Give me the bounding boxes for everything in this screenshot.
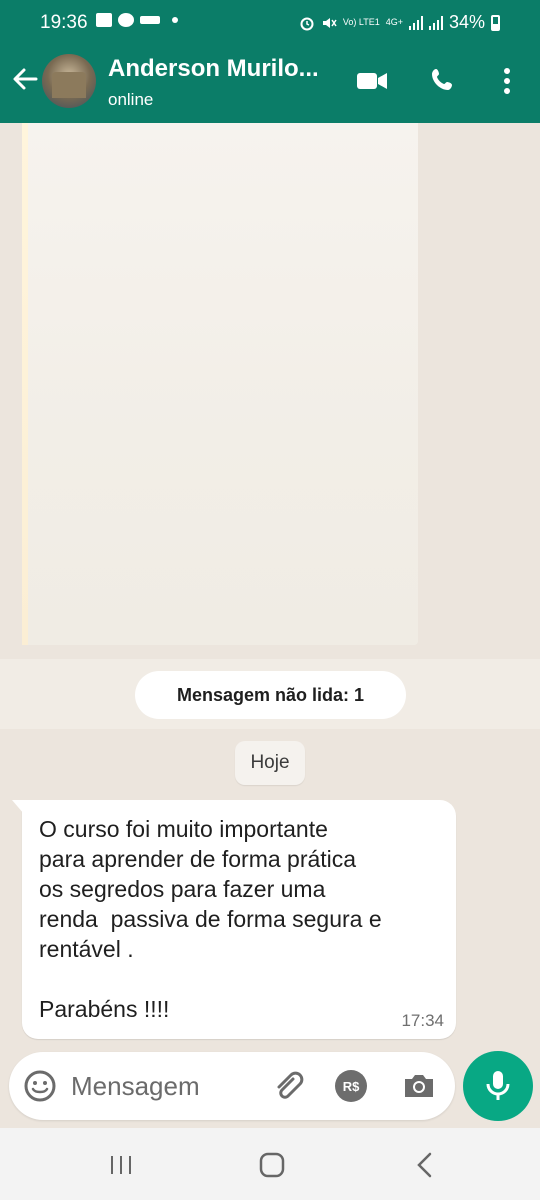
microphone-icon [486, 1071, 510, 1100]
date-divider: Hoje [235, 741, 305, 785]
system-icons: Vo) LTE1 4G+ 34% [299, 12, 500, 33]
payment-icon[interactable]: R$ [335, 1070, 367, 1102]
message-input[interactable] [71, 1068, 261, 1104]
signal-2-icon [428, 15, 443, 30]
message-text: O curso foi muito importante para aprend… [39, 816, 382, 1022]
battery-icon [491, 14, 500, 31]
voice-message-button[interactable] [463, 1051, 533, 1121]
gallery-icon [96, 13, 112, 27]
attach-icon[interactable] [271, 1069, 305, 1103]
message-time: 17:34 [401, 1011, 444, 1030]
presence-status: online [108, 90, 154, 109]
carrier-label: Vo) LTE1 [342, 17, 380, 27]
image-message[interactable] [22, 123, 418, 645]
voice-call-icon[interactable] [428, 66, 462, 96]
avatar[interactable] [42, 54, 96, 108]
network-type: 4G+ [385, 17, 403, 27]
camera-icon[interactable] [401, 1069, 437, 1103]
status-bar: 19:36 Vo) LTE1 4G+ 34% [0, 0, 540, 46]
battery-percent: 34% [448, 12, 485, 32]
app-bar: Anderson Murilo... online [0, 46, 540, 123]
status-time: 19:36 [40, 12, 88, 33]
more-options-icon[interactable] [492, 66, 522, 96]
home-icon[interactable] [257, 1150, 287, 1180]
signal-1-icon [408, 15, 423, 30]
contact-name[interactable]: Anderson Murilo... [108, 55, 319, 83]
unread-badge: Mensagem não lida: 1 [135, 671, 406, 719]
recent-apps-icon[interactable] [106, 1150, 136, 1180]
alarm-icon [300, 17, 314, 30]
more-notifications-icon [172, 17, 178, 23]
message-composer: R$ [9, 1052, 455, 1120]
emoji-icon[interactable] [23, 1069, 57, 1103]
mute-icon [322, 17, 337, 28]
messenger-icon [118, 13, 134, 27]
back-nav-icon[interactable] [410, 1150, 440, 1180]
message-bubble[interactable]: O curso foi muito importante para aprend… [12, 800, 456, 1039]
ifood-icon [140, 16, 160, 24]
notification-icons [96, 13, 178, 27]
video-call-icon[interactable] [355, 66, 389, 96]
back-arrow-icon[interactable] [10, 64, 40, 94]
chat-area[interactable]: Mensagem não lida: 1 Hoje O curso foi mu… [0, 123, 540, 1128]
system-nav-bar [0, 1128, 540, 1200]
chat-header: 19:36 Vo) LTE1 4G+ 34% Anderson Murilo..… [0, 0, 540, 123]
